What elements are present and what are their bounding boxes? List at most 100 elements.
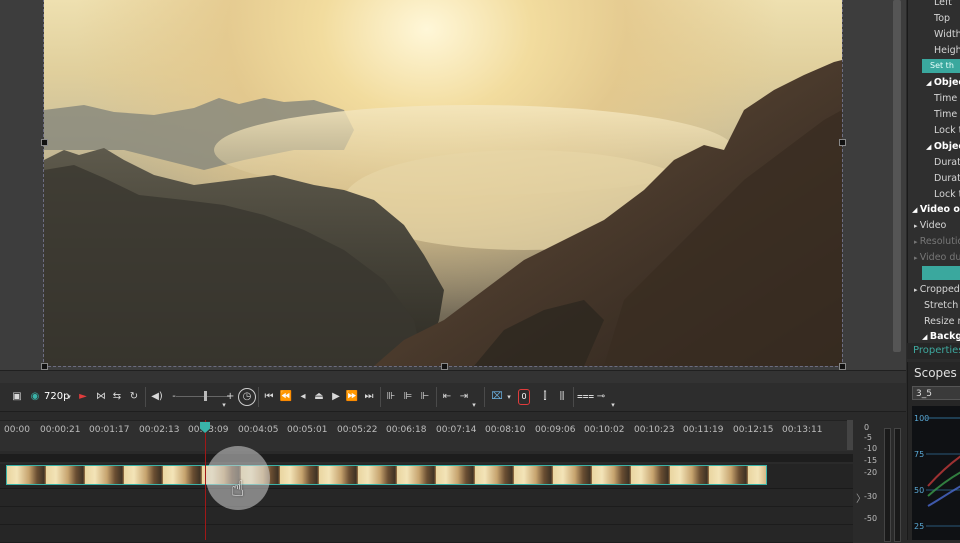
property-stretch-video[interactable]: Stretch vi (908, 298, 960, 314)
ruler-tick-label: 00:10:02 (584, 425, 625, 435)
clock-icon[interactable]: ◷ (238, 388, 256, 406)
dropdown-arrow-icon[interactable]: ▾ (471, 397, 477, 413)
track-lane (0, 525, 853, 543)
separator (573, 387, 574, 407)
property-cropped[interactable]: ▸ Cropped (908, 282, 960, 298)
ruler-tick-label: 00:09:06 (535, 425, 576, 435)
background-header-label: Backg (929, 331, 960, 342)
split-icon[interactable]: ⊫ (401, 389, 415, 405)
split-icon[interactable]: ⊩ (418, 389, 432, 405)
separator (258, 387, 259, 407)
property-left[interactable]: Left (908, 0, 960, 11)
loop-icon[interactable]: ⇆ (110, 389, 124, 405)
property-top[interactable]: Top (908, 11, 960, 27)
fast-forward-icon[interactable]: ⏩ (345, 389, 359, 405)
resize-handle[interactable] (839, 363, 846, 370)
property-time[interactable]: Time ( (908, 91, 960, 107)
ruler-tick-label: 00:06:18 (386, 425, 427, 435)
rewind-icon[interactable]: ⏪ (279, 389, 293, 405)
record-marker-icon[interactable]: ► (76, 389, 90, 405)
property-time[interactable]: Time ( (908, 107, 960, 123)
align-icon[interactable]: ⫼ (555, 389, 569, 405)
timeline-ruler[interactable]: 00:00 00:00:21 00:01:17 00:02:13 00:03:0… (0, 420, 853, 451)
record-icon[interactable]: 0 (518, 389, 530, 405)
volume-slider-knob[interactable] (204, 391, 207, 401)
property-height[interactable]: Height (908, 43, 960, 59)
eye-icon[interactable]: ◉ (28, 389, 42, 405)
volume-icon[interactable]: ◀) (150, 389, 164, 405)
property-resize-method[interactable]: Resize me (908, 314, 960, 330)
ruler-tick-label: 00:08:10 (485, 425, 526, 435)
audio-level-meter: 0 -5 -10 -15 -20 -30 -50 (860, 420, 906, 542)
collapse-triangle-icon: ◢ (926, 143, 934, 151)
scopes-select[interactable]: 3_5 (912, 386, 960, 400)
resize-handle[interactable] (441, 363, 448, 370)
resize-handle[interactable] (41, 139, 48, 146)
property-lock-to[interactable]: Lock to (908, 123, 960, 139)
object-header-label: Object (933, 77, 960, 88)
resize-handle[interactable] (41, 363, 48, 370)
minus-icon[interactable]: - (170, 389, 178, 405)
db-label: -50 (864, 514, 878, 523)
split-icon[interactable]: ⊪ (384, 389, 398, 405)
ruler-tick-label: 00:10:23 (634, 425, 675, 435)
align-icon[interactable]: ⫿ (538, 389, 552, 405)
preview-scrollbar[interactable] (893, 0, 901, 352)
scope-graph: 100 75 50 25 (912, 406, 960, 540)
property-video[interactable]: ▸ Video (908, 218, 960, 234)
property-width[interactable]: Width (908, 27, 960, 43)
ruler-tick-label: 00:11:19 (683, 425, 724, 435)
track-lane (0, 507, 853, 525)
ruler-tick-label: 00:05:01 (287, 425, 328, 435)
track-icon[interactable]: ⩶ (577, 389, 594, 405)
rotate-icon[interactable]: ↻ (127, 389, 141, 405)
video-clip[interactable] (6, 465, 767, 485)
object-header[interactable]: ◢ Object (908, 139, 960, 155)
snap-icon[interactable]: ⌧ (490, 389, 504, 405)
timeline: 00:00 00:00:21 00:01:17 00:02:13 00:03:0… (0, 412, 906, 543)
preview-mode-icon[interactable]: ▣ (10, 389, 24, 405)
track-lane (0, 489, 853, 507)
separator (436, 387, 437, 407)
separator (380, 387, 381, 407)
property-video-duration-label: Video du (919, 252, 960, 263)
property-duration[interactable]: Duratio (908, 171, 960, 187)
property-duration[interactable]: Duratio (908, 155, 960, 171)
step-back-icon[interactable]: ◂ (296, 389, 310, 405)
landscape-image (44, 60, 842, 366)
stop-icon[interactable]: ⏏ (312, 389, 326, 405)
panel-divider[interactable] (0, 370, 906, 384)
video-object-header[interactable]: ◢ Video ob (908, 202, 960, 218)
preview-toolbar: ▣ ◉ 720p ▾ ► ⋈ ⇆ ↻ ◀) - + ▾ ◷ ⏮ ⏪ ◂ ⏏ ▶ … (0, 383, 906, 412)
skip-to-start-icon[interactable]: ⏮ (262, 389, 276, 405)
preview-area (0, 0, 906, 370)
ruler-tick-label: 00:07:14 (436, 425, 477, 435)
dropdown-arrow-icon[interactable]: ▾ (220, 397, 228, 413)
fit-icon[interactable]: ⋈ (94, 389, 108, 405)
resolution-dropdown[interactable]: 720p (44, 389, 69, 405)
object-header-label: Object (933, 141, 960, 152)
dropdown-arrow-icon[interactable]: ▾ (506, 389, 512, 405)
ruler-scroll-bar[interactable] (0, 454, 853, 462)
property-lock-to[interactable]: Lock to (908, 187, 960, 203)
scopes-panel: Scopes 3_5 100 75 50 25 (907, 362, 960, 540)
track-icon[interactable]: ⊸ (594, 389, 608, 405)
mark-in-icon[interactable]: ⇤ (440, 389, 454, 405)
play-icon[interactable]: ▶ (329, 389, 343, 405)
ruler-tick-label: 00:02:13 (139, 425, 180, 435)
action-button[interactable] (922, 266, 960, 280)
separator (145, 387, 146, 407)
set-button[interactable]: Set th (922, 59, 960, 73)
resize-handle[interactable] (839, 139, 846, 146)
dropdown-arrow-icon[interactable]: ▾ (66, 389, 72, 405)
dropdown-arrow-icon[interactable]: ▾ (610, 397, 616, 413)
skip-to-end-icon[interactable]: ⏭ (362, 389, 376, 405)
video-preview[interactable] (43, 0, 843, 367)
mark-out-icon[interactable]: ⇥ (457, 389, 471, 405)
db-label: -5 (864, 433, 872, 442)
timeline-scrollbar[interactable] (847, 420, 853, 450)
object-header[interactable]: ◢ Object (908, 75, 960, 91)
db-label: -30 (864, 492, 878, 501)
video-object-header-label: Video ob (919, 204, 960, 215)
tab-properties[interactable]: Properties (907, 343, 960, 359)
